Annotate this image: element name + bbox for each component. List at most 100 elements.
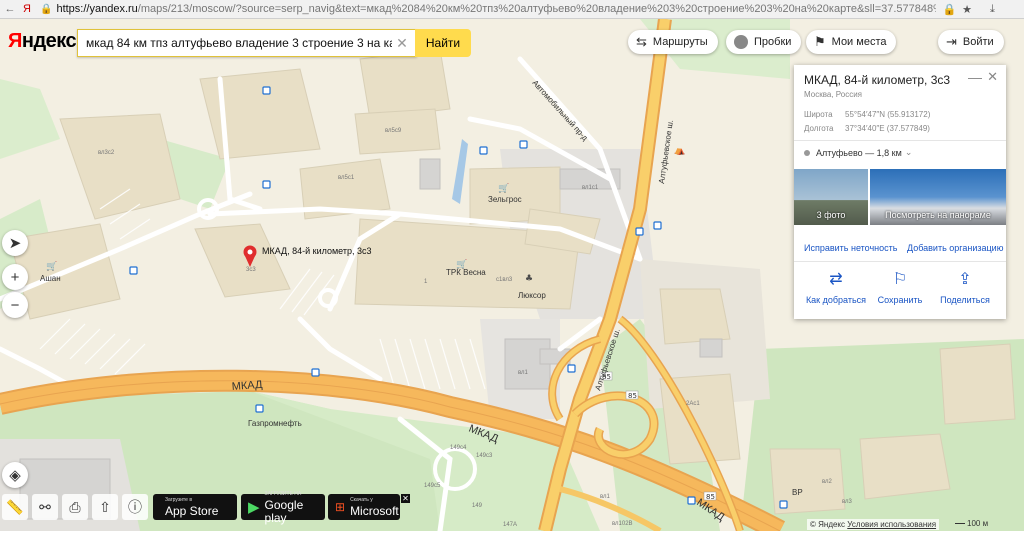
share-button[interactable]: ⇪ Поделиться — [930, 269, 1000, 305]
search-input[interactable]: мкад 84 км тпз алтуфьево владение 3 стро… — [78, 36, 392, 50]
metro-dot-icon — [804, 149, 810, 156]
plus-icon: + — [10, 268, 20, 286]
url-path: /maps/213/moscow/?source=serp_navig&text… — [137, 3, 937, 15]
building-number: вл1 — [600, 494, 611, 500]
building-number: 149с5 — [424, 483, 441, 489]
bookmark-icon: ⚑ — [814, 34, 826, 49]
yandex-logo[interactable]: Яндекс — [8, 30, 77, 53]
routes-button[interactable]: ⇆ Маршруты — [628, 30, 718, 54]
info-icon: ⓘ — [128, 499, 142, 515]
poi-label-auchan: Ашан — [40, 274, 61, 283]
panorama-button[interactable]: ⚯ — [32, 494, 58, 520]
chevron-down-icon: ⌄ — [904, 147, 913, 157]
app-store-badge[interactable]: Загрузите в App Store — [153, 494, 237, 520]
latitude-value: 55°54′47″N (55.913172) — [845, 110, 931, 119]
building-number: вл5с9 — [385, 128, 402, 134]
shop-icon: 🛒 — [46, 260, 57, 272]
search-box: мкад 84 км тпз алтуфьево владение 3 стро… — [77, 29, 417, 57]
share-map-button[interactable]: ⇧ — [92, 494, 118, 520]
fix-inaccuracy-link[interactable]: Исправить неточность — [804, 243, 897, 253]
building-number: 149с3 — [476, 453, 493, 459]
building-number: вл3 — [842, 499, 853, 505]
ruler-icon: 📏 — [6, 498, 24, 515]
photo-strip: 3 фото Посмотреть на панораме — [794, 169, 1006, 225]
print-button[interactable]: ⎙ — [62, 494, 88, 520]
lock-icon[interactable]: 🔒 — [942, 3, 956, 16]
building-number: вл2 — [822, 479, 833, 485]
url-field[interactable]: https://yandex.ru/maps/213/moscow/?sourc… — [56, 3, 936, 15]
microsoft-store-badge[interactable]: ⊞ Скачать у Microsoft — [328, 494, 400, 520]
panorama-thumbnail[interactable]: Посмотреть на панораме — [870, 169, 1006, 225]
save-button[interactable]: ⚐ Сохранить — [865, 269, 935, 305]
building-number: вл102В — [612, 521, 633, 527]
divider — [794, 261, 1006, 262]
ruler-button[interactable]: 📏 — [2, 494, 28, 520]
poi-label-lyuksor: Люксор — [518, 291, 546, 300]
building-number: 149с4 — [450, 445, 467, 451]
geolocation-button[interactable]: ➤ — [2, 230, 28, 256]
poi-label-trk-vesna: ТРК Весна — [446, 268, 486, 277]
longitude-value: 37°34′40″E (37.577849) — [845, 124, 930, 133]
longitude-label: Долгота — [804, 124, 834, 133]
minus-icon: − — [10, 296, 20, 314]
share-icon: ⇪ — [958, 271, 972, 288]
poi-label-bp: BP — [792, 488, 803, 497]
clear-icon[interactable]: ✕ — [392, 35, 412, 52]
traffic-button[interactable]: Пробки — [726, 30, 802, 54]
star-icon[interactable]: ★ — [962, 3, 972, 16]
login-icon: ⇥ — [946, 34, 957, 49]
zoom-in-button[interactable]: + — [2, 264, 28, 290]
my-places-button[interactable]: ⚑ Мои места — [806, 30, 897, 54]
search-button[interactable]: Найти — [415, 29, 471, 57]
building-number: вл5с1 — [338, 175, 355, 181]
traffic-icon — [734, 35, 748, 49]
cinema-icon: ♣ — [525, 274, 533, 284]
yandex-browser-icon[interactable]: Я — [20, 3, 34, 15]
building-number: вл1 — [518, 370, 529, 376]
location-arrow-icon: ➤ — [8, 235, 22, 252]
login-button[interactable]: ⇥ Войти — [938, 30, 1004, 54]
building-number: с1вл3 — [496, 277, 513, 283]
url-host: https://yandex.ru — [56, 3, 138, 15]
marker-label: МКАД, 84-й километр, 3с3 — [262, 246, 372, 256]
photos-thumbnail[interactable]: 3 фото — [794, 169, 868, 225]
terms-link[interactable]: Условия использования — [847, 520, 936, 529]
building-number: вл1с1 — [582, 185, 599, 191]
close-apps-icon[interactable]: ✕ — [401, 494, 410, 503]
download-icon[interactable]: ⤓ — [990, 3, 995, 16]
layers-button[interactable]: ◈ — [2, 462, 28, 488]
metro-station[interactable]: Алтуфьево — 1,8 км ⌄ — [804, 147, 912, 158]
route-icon: ⇆ — [636, 34, 647, 49]
zoom-out-button[interactable]: − — [2, 292, 28, 318]
layers-icon: ◈ — [9, 467, 21, 484]
latitude-label: Широта — [804, 110, 833, 119]
scale-bar: 100 м — [955, 519, 988, 528]
pin-icon: ⛺ — [674, 146, 685, 156]
close-icon[interactable]: ✕ — [987, 69, 998, 85]
building-number: 149 — [472, 503, 483, 509]
back-button[interactable]: ← — [3, 3, 17, 15]
google-play-badge[interactable]: ▶ ЗАГРУЗИТЕ НА Google play — [241, 491, 325, 524]
poi-label-gazprom: Газпромнефть — [248, 419, 302, 428]
panorama-label: Посмотреть на панораме — [885, 210, 991, 220]
windows-icon: ⊞ — [335, 500, 346, 514]
share-icon: ⇧ — [99, 498, 111, 515]
directions-button[interactable]: ⇄ Как добраться — [801, 269, 871, 305]
street-label-mkad: МКАД — [231, 379, 263, 393]
poi-label-zelgros: Зельгрос — [488, 195, 522, 204]
bookmark-icon: ⚐ — [892, 271, 908, 288]
print-icon: ⎙ — [69, 498, 81, 515]
coordinates: Широта 55°54′47″N (55.913172) Долгота 37°3… — [804, 108, 930, 136]
info-button[interactable]: ⓘ — [122, 494, 148, 520]
google-play-icon: ▶ — [248, 499, 260, 516]
photos-count: 3 фото — [816, 210, 846, 220]
place-title: МКАД, 84-й километр, 3с3 — [804, 73, 951, 87]
marker-building: 3с3 — [246, 267, 256, 273]
binoculars-icon: ⚯ — [39, 498, 51, 515]
divider — [794, 140, 1006, 141]
lock-icon: 🔒 — [40, 3, 53, 15]
building-number: 147А — [503, 522, 517, 528]
copyright: © Яндекс Условия использования — [807, 519, 940, 530]
minimize-icon[interactable]: — — [968, 69, 982, 85]
add-organization-link[interactable]: Добавить организацию — [907, 243, 1003, 253]
